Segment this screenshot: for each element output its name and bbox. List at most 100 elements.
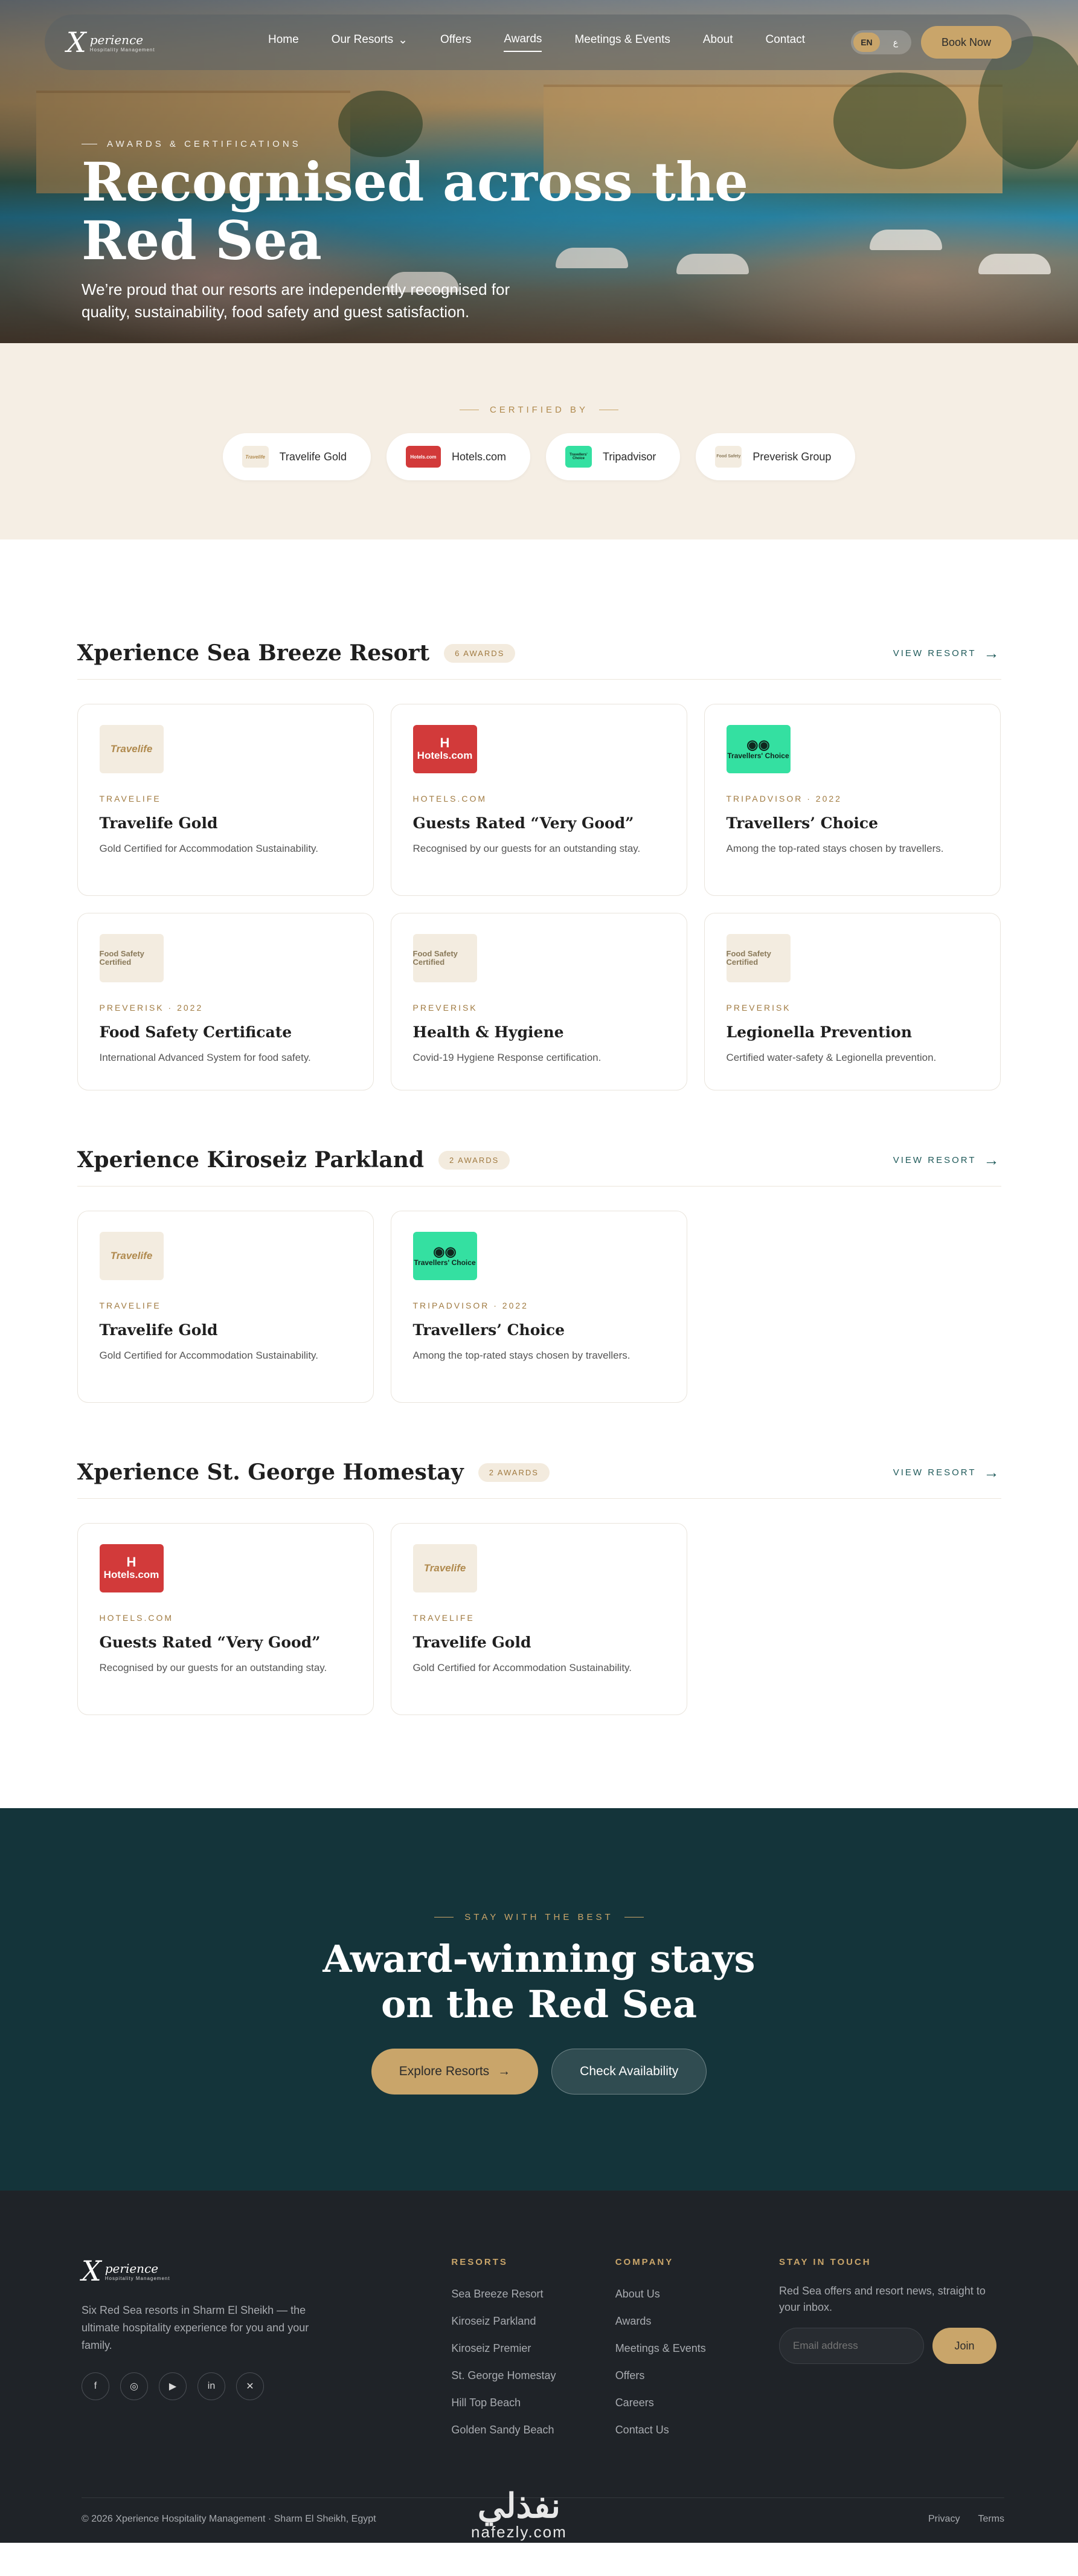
site-footer: X perience Hospitality Management Six Re… (0, 2191, 1078, 2543)
facebook-icon[interactable]: f (82, 2372, 109, 2400)
footer-company-links: About Us Awards Meetings & Events Offers Car… (615, 2288, 779, 2436)
award-description: Gold Certified for Accommodation Sustain… (99, 1350, 319, 1362)
legal-links: Privacy Terms (928, 2514, 1004, 2525)
arrow-right-icon: → (983, 1463, 1001, 1481)
resort-section: Xperience St. George Homestay 2 AWARDS VIE… (77, 1460, 1001, 1716)
certifier-tripadvisor: Travellers’ Choice Tripadvisor (546, 433, 681, 480)
award-source: PREVERISK (412, 1003, 478, 1013)
nav-link-offers[interactable]: Offers (440, 33, 471, 52)
footer-logo[interactable]: X perience Hospitality Management (82, 2257, 451, 2285)
nav-link-label: Our Resorts (331, 33, 394, 46)
terms-link[interactable]: Terms (978, 2514, 1004, 2525)
award-source: TRAVELIFE (412, 1613, 475, 1623)
resort-title: Xperience St. George Homestay (77, 1460, 464, 1486)
youtube-icon[interactable]: ▶ (159, 2372, 187, 2400)
view-resort-link[interactable]: VIEW RESORT → (893, 1151, 1001, 1170)
award-title: Guests Rated “Very Good” (412, 814, 634, 832)
footer-company-heading: COMPANY (615, 2257, 674, 2268)
footer-columns: X perience Hospitality Management Six Re… (82, 2257, 996, 2451)
join-button[interactable]: Join (932, 2328, 996, 2365)
view-resort-link[interactable]: VIEW RESORT → (893, 1463, 1001, 1482)
footer-resort-link[interactable]: Kiroseiz Premier (451, 2342, 615, 2355)
twitter-icon[interactable]: ✕ (236, 2372, 264, 2400)
book-now-button[interactable]: Book Now (920, 26, 1012, 59)
nav-right: EN ع Book Now (850, 26, 1012, 59)
nav-link-about[interactable]: About (703, 33, 733, 52)
watermark: نفذلي nafezly.com (471, 2489, 567, 2542)
footer-resorts-heading: RESORTS (451, 2257, 508, 2268)
cta-section: STAY WITH THE BEST Award-winning stays o… (0, 1808, 1078, 2191)
nav-link-home[interactable]: Home (268, 33, 299, 52)
footer-company-link[interactable]: Offers (615, 2369, 779, 2382)
resort-title: Xperience Kiroseiz Parkland (77, 1147, 425, 1173)
logo-text: perience Hospitality Management (90, 33, 155, 53)
lang-ar-button[interactable]: ع (882, 33, 909, 52)
award-title: Health & Hygiene (412, 1023, 564, 1041)
hotels-logo-icon: H Hotels.com (412, 725, 477, 773)
footer-resort-link[interactable]: Kiroseiz Parkland (451, 2315, 615, 2328)
award-title: Travelife Gold (99, 814, 218, 832)
trip-logo-icon: ◉◉ Travellers' Choice (412, 1232, 477, 1281)
explore-resorts-button[interactable]: Explore Resorts → (371, 2048, 539, 2095)
award-title: Travellers’ Choice (412, 1321, 565, 1339)
travelife-logo-icon: Travelife (242, 446, 269, 468)
email-input[interactable] (778, 2328, 924, 2365)
travelife-logo-icon: Travelife (99, 1232, 164, 1281)
view-resort-label: VIEW RESORT (893, 1467, 977, 1478)
linkedin-icon[interactable]: in (197, 2372, 225, 2400)
lang-en-button[interactable]: EN (853, 33, 880, 52)
award-grid: Travelife TRAVELIFE Travelife Gold Gold Cer… (77, 704, 1001, 1091)
footer-description: Six Red Sea resorts in Sharm El Sheikh —… (82, 2304, 309, 2351)
footer-resort-link[interactable]: Golden Sandy Beach (451, 2424, 615, 2436)
award-source: HOTELS.COM (99, 1613, 174, 1623)
footer-touch-heading: STAY IN TOUCH (778, 2257, 871, 2268)
badge-text: Food Safety Certified (412, 948, 458, 967)
badge-text: Travelife (423, 1562, 466, 1574)
logo-word: perience (104, 2261, 159, 2276)
award-description: International Advanced System for food s… (99, 1052, 311, 1063)
footer-resort-link[interactable]: Hill Top Beach (451, 2397, 615, 2409)
hero-content: Awards & Certifications Recognised acros… (82, 139, 867, 324)
nav-link-meetings-events[interactable]: Meetings & Events (574, 33, 670, 52)
certifier-name: Hotels.com (451, 450, 506, 463)
tripadvisor-logo-icon: Travellers’ Choice (565, 446, 592, 468)
award-description: Gold Certified for Accommodation Sustain… (99, 843, 319, 854)
privacy-link[interactable]: Privacy (928, 2514, 960, 2525)
certifier-name: Travelife Gold (279, 450, 347, 463)
footer-company-link[interactable]: Awards (615, 2315, 779, 2328)
nav-link-awards[interactable]: Awards (504, 33, 542, 52)
site-logo[interactable]: X perience Hospitality Management (66, 28, 217, 56)
footer-company-link[interactable]: Careers (615, 2397, 779, 2409)
award-card: H Hotels.com HOTELS.COM Guests Rated “Very … (77, 1523, 374, 1716)
view-resort-link[interactable]: VIEW RESORT → (893, 644, 1001, 663)
hero-umbrella (870, 230, 942, 250)
certifier-name: Preverisk Group (752, 450, 832, 463)
award-description: Recognised by our guests for an outstand… (99, 1662, 327, 1674)
footer-resort-link[interactable]: St. George Homestay (451, 2369, 615, 2382)
badge-text: Food Safety Certified (726, 948, 771, 967)
award-source: HOTELS.COM (412, 794, 487, 803)
footer-resort-links: Sea Breeze Resort Kiroseiz Parkland Kirose… (451, 2288, 615, 2436)
nav-link-contact[interactable]: Contact (766, 33, 805, 52)
footer-newsletter: STAY IN TOUCH Red Sea offers and resort … (778, 2257, 996, 2451)
award-card: ◉◉ Travellers' Choice TRIPADVISOR · 2022 Tr… (390, 1211, 687, 1403)
arrow-right-icon: → (983, 643, 1001, 662)
footer-company-link[interactable]: About Us (615, 2288, 779, 2301)
check-availability-button[interactable]: Check Availability (551, 2048, 707, 2095)
award-source: TRIPADVISOR · 2022 (412, 1301, 528, 1311)
footer-company-link[interactable]: Contact Us (615, 2424, 779, 2436)
resort-header: Xperience St. George Homestay 2 AWARDS VIE… (77, 1460, 1001, 1499)
footer-company-link[interactable]: Meetings & Events (615, 2342, 779, 2355)
nav-link-our-resorts[interactable]: Our Resorts ⌄ (332, 33, 408, 52)
award-title: Travelife Gold (99, 1321, 218, 1339)
logo-subtitle: Hospitality Management (89, 47, 155, 53)
nav-links: Home Our Resorts ⌄ Offers Awards Meetings… (268, 33, 851, 52)
badge-text: Travelife (110, 743, 153, 755)
footer-resort-link[interactable]: Sea Breeze Resort (451, 2288, 615, 2301)
award-card: Travelife TRAVELIFE Travelife Gold Gold Cer… (390, 1523, 687, 1716)
certifier-list: Travelife Travelife Gold Hotels.com Hote… (222, 433, 856, 480)
instagram-icon[interactable]: ◎ (120, 2372, 148, 2400)
hero-eyebrow: Awards & Certifications (82, 139, 867, 149)
award-description: Among the top-rated stays chosen by trav… (726, 843, 944, 854)
award-source: PREVERISK · 2022 (99, 1003, 204, 1013)
